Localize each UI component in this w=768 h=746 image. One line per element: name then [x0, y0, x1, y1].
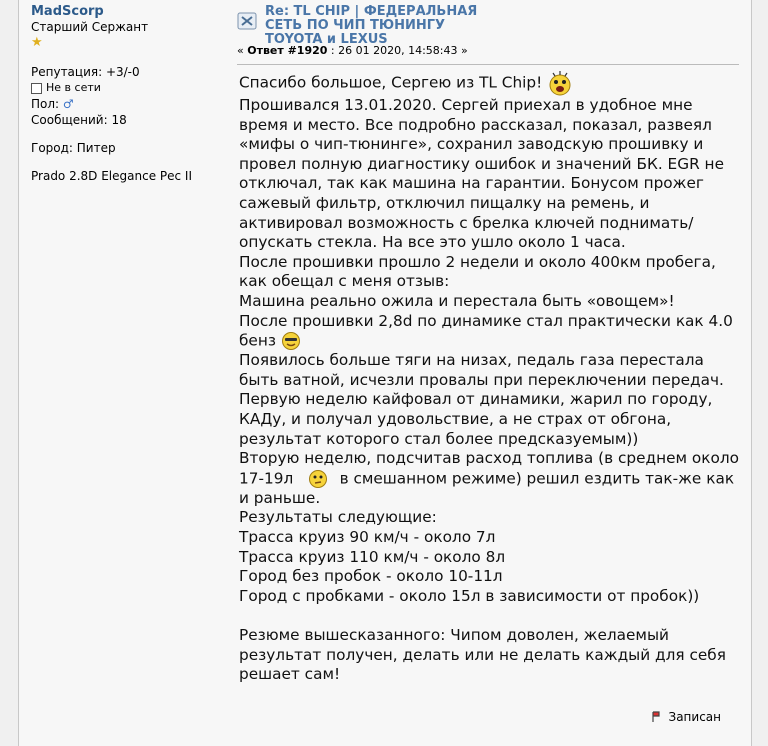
poster-name[interactable]: MadScorp	[31, 4, 231, 19]
post-date: : 26 01 2020, 14:58:43 »	[327, 44, 468, 57]
poster-gender: Пол: ♂	[31, 96, 231, 112]
post-line: После прошивки 2,8d по динамике стал пра…	[239, 312, 739, 352]
online-status: Не в сети	[31, 80, 231, 96]
cool-smiley-icon	[281, 332, 300, 351]
post-body: Спасибо большое, Сергею из TL Chip! Прош…	[239, 70, 739, 685]
post-line: Машина реально ожила и перестала быть «о…	[239, 291, 675, 310]
post-line: После прошивки прошло 2 недели и около 4…	[239, 252, 716, 291]
post-text: Спасибо большое, Сергею из TL Chip!	[239, 73, 543, 92]
forum-post-frame: MadScorp Старший Сержант ★ Репутация: +3…	[18, 0, 752, 746]
divider	[237, 64, 739, 65]
report-label: Записан	[668, 710, 722, 724]
topic-xx-icon	[237, 12, 257, 30]
poster-car: Prado 2.8D Elegance Рес II	[31, 169, 193, 183]
post-title-line: Re: TL CHIP | ФЕДЕРАЛЬНАЯ	[265, 4, 478, 19]
post-line: Первую неделю кайфовал от динамики, жари…	[239, 390, 713, 448]
post-line: Спасибо большое, Сергею из TL Chip!	[239, 70, 739, 96]
thinking-smiley-icon	[308, 469, 327, 488]
poster-rank: Старший Сержант	[31, 20, 149, 34]
answer-number[interactable]: Ответ #1920	[247, 44, 327, 57]
poster-reputation: Репутация: +3/-0	[31, 65, 140, 79]
post-text: После прошивки 2,8d по динамике стал пра…	[239, 311, 733, 350]
poster-post-count: Сообщений: 18	[31, 113, 127, 127]
post-line: Трасса круиз 90 км/ч - около 7л	[239, 528, 496, 547]
rank-star-icon: ★	[31, 35, 43, 50]
post-line: Город без пробок - около 10-11л	[239, 567, 503, 586]
offline-icon	[31, 82, 42, 94]
online-status-text: Не в сети	[46, 81, 101, 94]
post: Re: TL CHIP | ФЕДЕРАЛЬНАЯ СЕТЬ ПО ЧИП ТЮ…	[235, 0, 741, 724]
post-line: Прошивался 13.01.2020. Сергей приехал в …	[239, 96, 724, 252]
poster-info: MadScorp Старший Сержант ★ Репутация: +3…	[31, 0, 231, 184]
report-link[interactable]: Записан	[651, 710, 722, 724]
post-line: Появилось больше тяги на низах, педаль г…	[239, 351, 724, 389]
gender-label: Пол:	[31, 97, 60, 111]
meta-prefix: «	[237, 44, 248, 57]
post-line: Результаты следующие:	[239, 508, 437, 527]
male-icon: ♂	[62, 97, 74, 111]
poster-city: Город: Питер	[31, 141, 116, 155]
post-line: Город с пробками - около 15л в зависимос…	[239, 586, 700, 605]
post-meta: « Ответ #1920 : 26 01 2020, 14:58:43 »	[237, 44, 468, 57]
post-header: Re: TL CHIP | ФЕДЕРАЛЬНАЯ СЕТЬ ПО ЧИП ТЮ…	[235, 0, 741, 65]
post-line: Трасса круиз 110 км/ч - около 8л	[239, 547, 506, 566]
post-line: Вторую неделю, подсчитав расход топлива …	[239, 449, 739, 508]
post-title-link[interactable]: Re: TL CHIP | ФЕДЕРАЛЬНАЯ СЕТЬ ПО ЧИП ТЮ…	[265, 5, 477, 47]
shouting-smiley-icon	[549, 71, 571, 96]
report-icon	[651, 711, 660, 722]
post-title-line: СЕТЬ ПО ЧИП ТЮНИНГУ	[265, 18, 446, 33]
post-line: Резюме вышесказанного: Чипом доволен, же…	[239, 626, 726, 684]
